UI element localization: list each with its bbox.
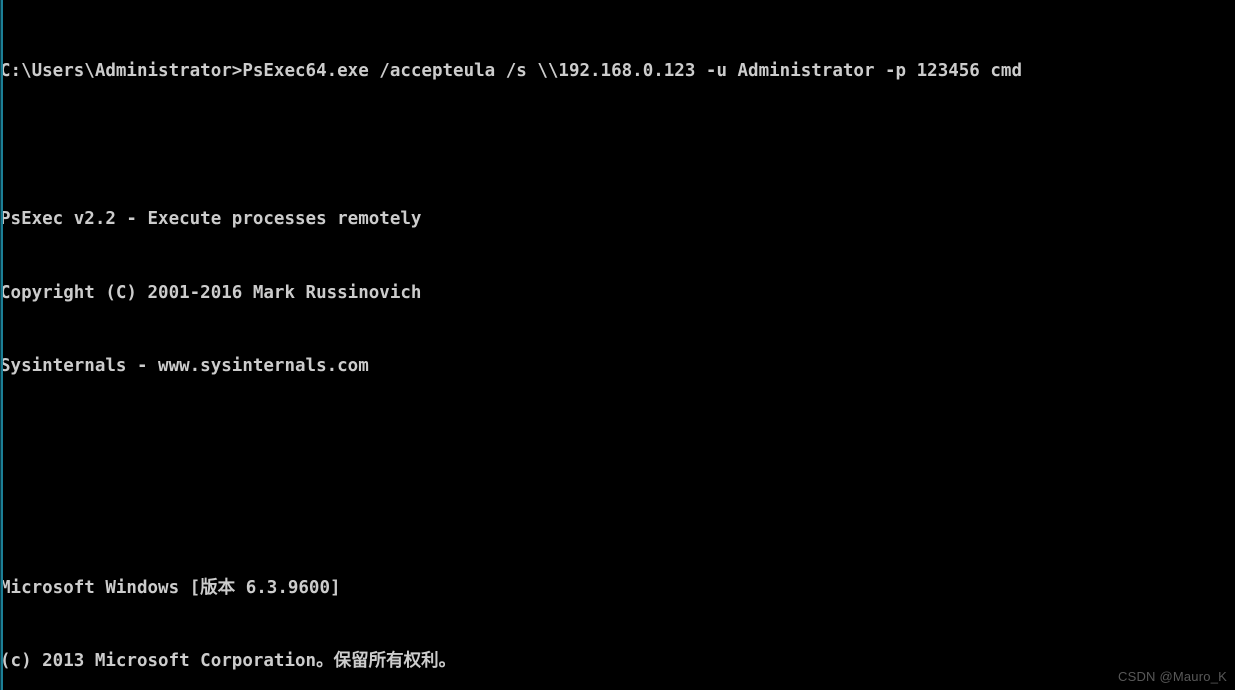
console-line: Microsoft Windows [版本 6.3.9600] xyxy=(0,577,341,598)
console-line: C:\Users\Administrator>PsExec64.exe /acc… xyxy=(0,61,1022,82)
console-window[interactable]: C:\Users\Administrator>PsExec64.exe /acc… xyxy=(0,0,1235,690)
console-line: PsExec v2.2 - Execute processes remotely xyxy=(0,208,422,229)
watermark: CSDN @Mauro_K xyxy=(1118,669,1227,684)
console-line: Sysinternals - www.sysinternals.com xyxy=(0,356,369,377)
console-output-area[interactable]: C:\Users\Administrator>PsExec64.exe /acc… xyxy=(0,10,1235,690)
window-edge-strip xyxy=(0,0,3,690)
console-line: (c) 2013 Microsoft Corporation。保留所有权利。 xyxy=(0,651,457,672)
console-line: Copyright (C) 2001-2016 Mark Russinovich xyxy=(0,282,422,303)
